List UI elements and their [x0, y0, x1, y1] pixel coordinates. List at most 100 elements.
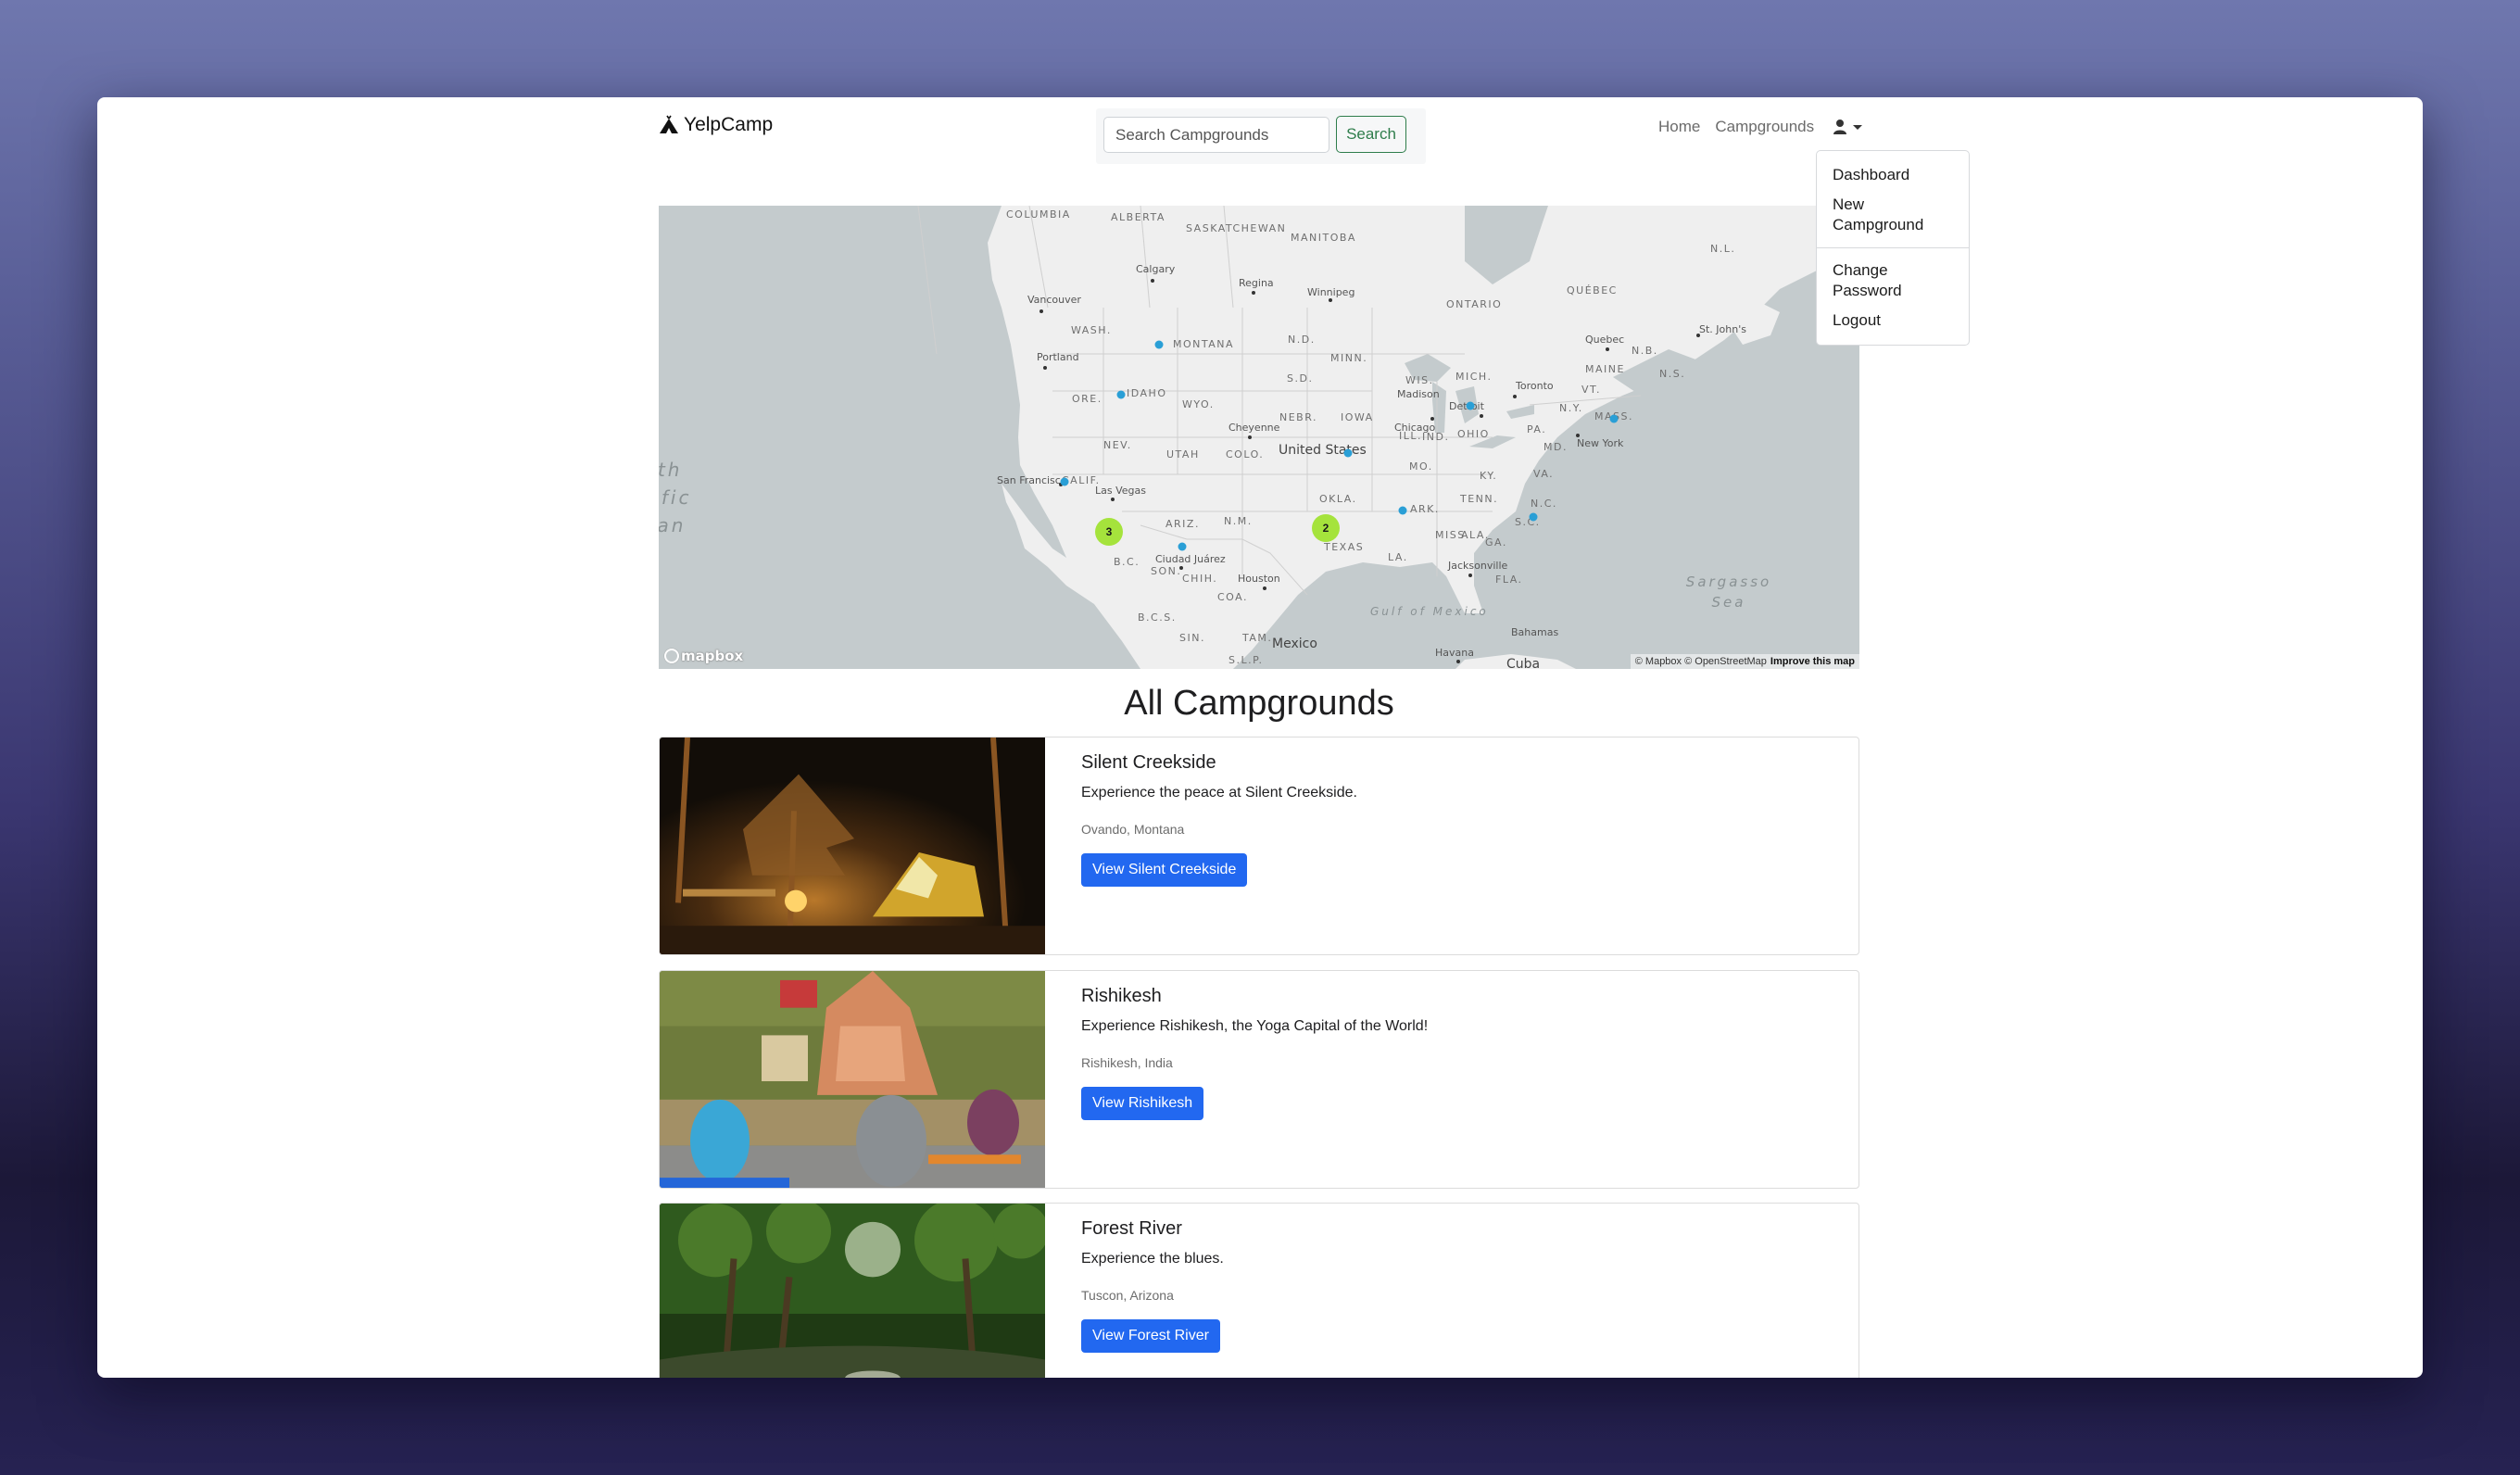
menu-item-logout[interactable]: Logout	[1817, 306, 1969, 335]
user-menu-toggle[interactable]	[1833, 119, 1863, 135]
city-dot	[1606, 347, 1609, 351]
card-description: Experience Rishikesh, the Yoga Capital o…	[1081, 1018, 1429, 1034]
map-label-region: MAINE	[1585, 363, 1625, 375]
campground-image	[660, 971, 1045, 1188]
map-label-region: MANITOBA	[1291, 232, 1356, 244]
campground-marker[interactable]	[1343, 448, 1353, 458]
map-city: New York	[1577, 437, 1624, 449]
mapbox-logo-text: mapbox	[681, 648, 744, 664]
map-city: St. John's	[1699, 323, 1746, 335]
map-label-region: PA.	[1527, 423, 1547, 435]
campground-card: Silent Creekside Experience the peace at…	[659, 737, 1859, 955]
map-country: Mexico	[1272, 637, 1317, 651]
map-label-region: ONTARIO	[1446, 298, 1503, 310]
map-label-region: CHIH.	[1182, 573, 1218, 585]
card-body: Rishikesh Experience Rishikesh, the Yoga…	[1081, 986, 1428, 1120]
map-city: Bahamas	[1511, 626, 1559, 638]
map-label-region: ARIZ.	[1166, 518, 1200, 530]
map-attribution: © Mapbox © OpenStreetMap Improve this map	[1630, 654, 1859, 669]
improve-map-link[interactable]: Improve this map	[1770, 656, 1855, 667]
map-city: Quebec	[1585, 334, 1625, 346]
map-label-region: WYO.	[1182, 398, 1215, 410]
map-label-region: UTAH	[1166, 448, 1200, 460]
map-label-region: ALBERTA	[1111, 211, 1166, 223]
attribution-text: © Mapbox © OpenStreetMap	[1634, 656, 1767, 667]
campground-marker[interactable]	[1398, 506, 1407, 515]
view-campground-button[interactable]: View Silent Creekside	[1081, 853, 1248, 887]
map-city: Winnipeg	[1307, 286, 1355, 298]
map-country: Cuba	[1506, 657, 1541, 669]
mapbox-logo[interactable]: mapbox	[664, 648, 743, 664]
map-label-region: TAM.	[1242, 632, 1273, 644]
campground-marker[interactable]	[1060, 477, 1069, 486]
map-label-region: N.C.	[1531, 498, 1557, 510]
view-campground-button[interactable]: View Rishikesh	[1081, 1087, 1204, 1120]
yoga-photo-icon	[660, 971, 1045, 1188]
map-label-region: S.D.	[1287, 372, 1314, 385]
page-title: All Campgrounds	[1124, 684, 1394, 723]
campground-marker[interactable]	[1116, 390, 1126, 399]
map-label-region: ARK.	[1410, 503, 1440, 515]
map-city: Las Vegas	[1095, 485, 1146, 497]
browser-window: YelpCamp Search Home Campgrounds Dashboa…	[97, 97, 2423, 1378]
menu-divider	[1817, 247, 1969, 248]
map-city: Jacksonville	[1448, 560, 1508, 572]
menu-item-dashboard[interactable]: Dashboard	[1817, 160, 1969, 190]
search-button[interactable]: Search	[1336, 116, 1406, 153]
card-location: Ovando, Montana	[1081, 822, 1185, 837]
map-label-region: OKLA.	[1319, 493, 1357, 505]
map-city: Houston	[1238, 573, 1280, 585]
map-water-label: Gulf of Mexico	[1370, 605, 1489, 618]
map-label-region: S.L.P.	[1228, 654, 1264, 666]
menu-item-change-password[interactable]: Change Password	[1817, 256, 1969, 306]
campground-marker[interactable]	[1466, 401, 1475, 410]
map-label-region: COLUMBIA	[1006, 208, 1071, 221]
campground-marker[interactable]	[1178, 542, 1187, 551]
map-label-region: N.M.	[1224, 515, 1253, 527]
search-form: Search	[1096, 108, 1426, 164]
map-label-region: WIS.	[1405, 374, 1434, 386]
city-dot	[1040, 309, 1043, 313]
card-title: Forest River	[1081, 1218, 1182, 1239]
city-dot	[1151, 279, 1154, 283]
map-water-label: North Pacific Ocean	[659, 459, 692, 536]
search-input[interactable]	[1103, 117, 1329, 153]
map-city: Calgary	[1136, 263, 1176, 275]
brand-link[interactable]: YelpCamp	[658, 114, 773, 136]
map-city: Vancouver	[1027, 294, 1081, 306]
map-label-region: VT.	[1581, 384, 1601, 396]
cluster-map[interactable]: COLUMBIA ALBERTA SASKATCHEWAN MANITOBA O…	[659, 206, 1859, 669]
campground-marker[interactable]	[1154, 340, 1164, 349]
city-dot	[1696, 334, 1700, 337]
map-city: San Francisco	[997, 474, 1067, 486]
map-label-region: B.C.	[1114, 556, 1140, 568]
campground-icon	[660, 115, 678, 133]
user-dropdown-menu: Dashboard New Campground Change Password…	[1816, 150, 1970, 346]
map-label-region: SON.	[1151, 565, 1182, 577]
cluster-marker[interactable]: 3	[1095, 518, 1123, 546]
map-label-region: MD.	[1544, 441, 1568, 453]
campground-marker[interactable]	[1529, 512, 1538, 522]
city-dot	[1456, 660, 1460, 663]
menu-item-new-campground[interactable]: New Campground	[1817, 190, 1969, 240]
map-label-region: MICH.	[1455, 371, 1493, 383]
map-label-region: NEV.	[1103, 439, 1132, 451]
nav-link-campgrounds[interactable]: Campgrounds	[1715, 118, 1814, 136]
map-label-region: N.D.	[1288, 334, 1316, 346]
map-label-region: COA.	[1217, 591, 1248, 603]
forest-river-photo-icon	[660, 1204, 1045, 1378]
map-label-region: N.Y.	[1559, 402, 1583, 414]
city-dot	[1329, 298, 1332, 302]
caret-down-icon	[1853, 124, 1863, 130]
city-dot	[1480, 414, 1483, 418]
view-campground-button[interactable]: View Forest River	[1081, 1319, 1220, 1353]
map-city: Regina	[1239, 277, 1274, 289]
map-label-region: VA.	[1533, 468, 1555, 480]
nav-link-home[interactable]: Home	[1658, 118, 1700, 136]
campground-marker[interactable]	[1609, 414, 1619, 423]
cluster-marker[interactable]: 2	[1312, 514, 1340, 542]
campground-card: Rishikesh Experience Rishikesh, the Yoga…	[659, 970, 1859, 1189]
city-dot	[1468, 574, 1472, 577]
map-label-region: KY.	[1480, 470, 1498, 482]
map-label-region: SASKATCHEWAN	[1186, 222, 1287, 234]
